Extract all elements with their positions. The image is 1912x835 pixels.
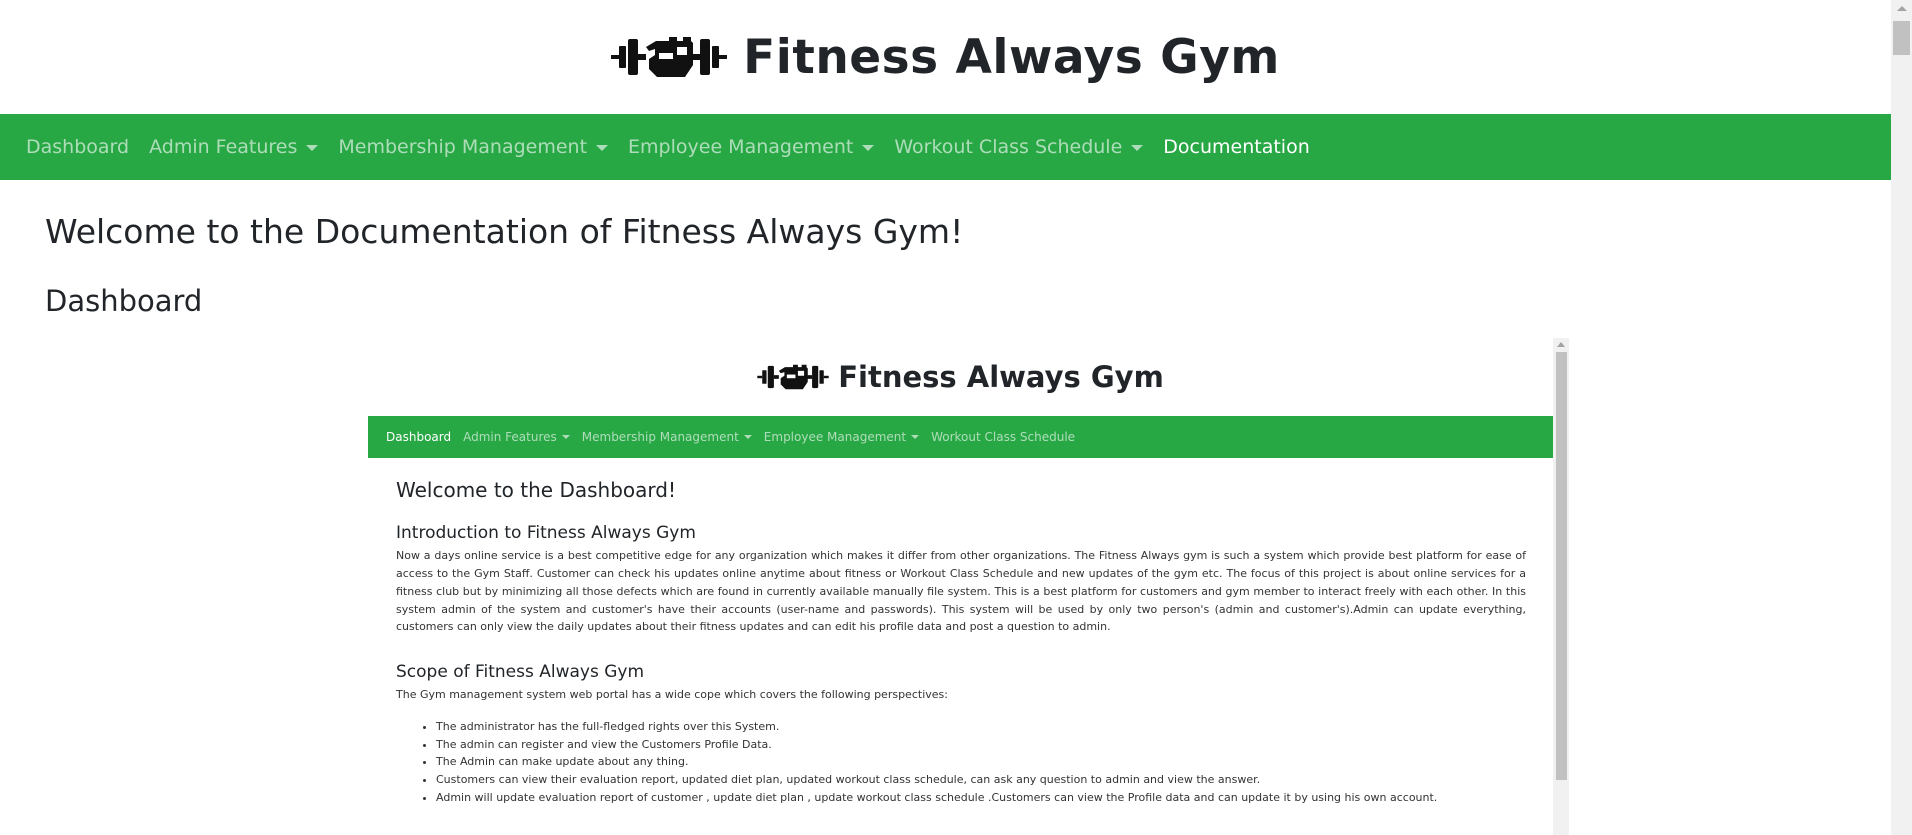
screenshot-nav-workout-class-schedule: Workout Class Schedule [931, 430, 1076, 444]
site-header: Fitness Always Gym [0, 0, 1891, 114]
nav-dashboard[interactable]: Dashboard [16, 136, 139, 158]
list-item: Customers can view their evaluation repo… [436, 771, 1526, 789]
screenshot-intro-text: Now a days online service is a best comp… [396, 549, 1526, 634]
screenshot-intro-heading: Introduction to Fitness Always Gym [396, 523, 696, 543]
list-item: Admin will update evaluation report of c… [436, 789, 1526, 807]
dashboard-screenshot: Fitness Always Gym Dashboard Admin Featu… [368, 338, 1553, 835]
screenshot-header: Fitness Always Gym [368, 338, 1553, 416]
screenshot-nav-dashboard: Dashboard [386, 430, 452, 444]
chevron-down-icon [862, 145, 875, 151]
section-title-dashboard: Dashboard [45, 283, 203, 318]
scroll-up-arrow-icon[interactable] [1557, 342, 1565, 347]
nav-documentation-label: Documentation [1163, 136, 1310, 158]
screenshot-nav-admin-features: Admin Features [457, 430, 576, 444]
main-navbar: Dashboard Admin Features Membership Mana… [0, 114, 1891, 180]
nav-membership-management-dropdown[interactable]: Membership Management [328, 136, 618, 158]
page-scrollbar-thumb[interactable] [1893, 21, 1910, 55]
screenshot-site-title: Fitness Always Gym [838, 360, 1164, 394]
list-item: The Admin can make update about any thin… [436, 753, 1526, 771]
screenshot-nav-membership-management: Membership Management [576, 430, 758, 444]
screenshot-welcome-heading: Welcome to the Dashboard! [396, 478, 676, 502]
screenshot-content: Welcome to the Dashboard! Introduction t… [368, 478, 1553, 807]
page: Fitness Always Gym Dashboard Admin Featu… [0, 0, 1891, 835]
nav-workout-class-schedule-label: Workout Class Schedule [894, 136, 1123, 158]
page-scrollbar[interactable] [1891, 0, 1912, 835]
screenshot-nav-label: Membership Management [581, 430, 739, 444]
screenshot-scope-list: The administrator has the full-fledged r… [396, 718, 1526, 807]
dashboard-screenshot-frame[interactable]: Fitness Always Gym Dashboard Admin Featu… [368, 338, 1569, 835]
chevron-down-icon [306, 145, 319, 151]
screenshot-scope-text: The Gym management system web portal has… [396, 688, 948, 702]
nav-dashboard-label: Dashboard [26, 136, 130, 158]
screenshot-navbar: Dashboard Admin Features Membership Mana… [368, 416, 1553, 458]
main-content: Welcome to the Documentation of Fitness … [0, 212, 1891, 318]
nav-admin-features-dropdown[interactable]: Admin Features [139, 136, 328, 158]
site-title: Fitness Always Gym [743, 29, 1280, 85]
chevron-down-icon [911, 435, 920, 439]
nav-admin-features-label: Admin Features [149, 136, 298, 158]
nav-employee-management-dropdown[interactable]: Employee Management [618, 136, 884, 158]
nav-employee-management-label: Employee Management [628, 136, 854, 158]
chevron-down-icon [1131, 145, 1144, 151]
screenshot-scrollbar-thumb[interactable] [1556, 352, 1567, 780]
dumbbell-fist-icon [611, 37, 728, 77]
dumbbell-fist-icon [757, 364, 829, 390]
chevron-down-icon [596, 145, 609, 151]
nav-membership-management-label: Membership Management [338, 136, 588, 158]
screenshot-scope-heading: Scope of Fitness Always Gym [396, 661, 645, 682]
screenshot-nav-label: Admin Features [463, 430, 557, 444]
chevron-down-icon [561, 435, 570, 439]
nav-workout-class-schedule-dropdown[interactable]: Workout Class Schedule [884, 136, 1153, 158]
list-item: The admin can register and view the Cust… [436, 736, 1526, 754]
screenshot-nav-label: Employee Management [763, 430, 907, 444]
screenshot-nav-employee-management: Employee Management [758, 430, 925, 444]
page-title: Welcome to the Documentation of Fitness … [45, 212, 964, 251]
nav-documentation[interactable]: Documentation [1153, 136, 1319, 158]
scroll-up-arrow-icon[interactable] [1897, 6, 1907, 11]
chevron-down-icon [743, 435, 752, 439]
screenshot-scrollbar[interactable] [1553, 338, 1569, 835]
list-item: The administrator has the full-fledged r… [436, 718, 1526, 736]
